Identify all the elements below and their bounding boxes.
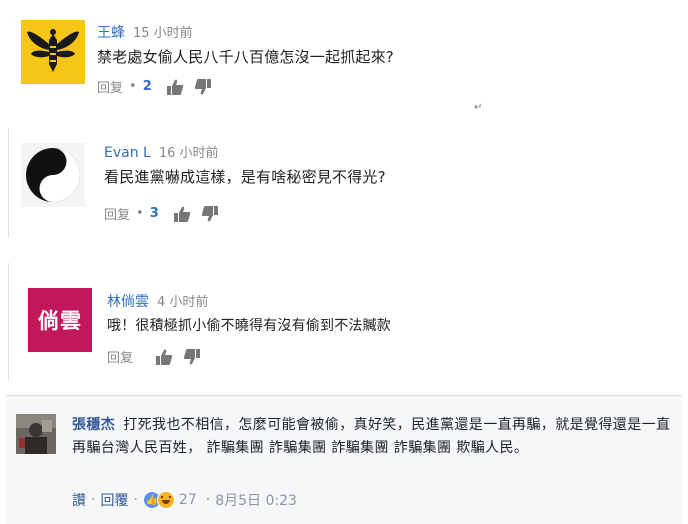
comment-text: 看民進黨嚇成這樣，是有啥秘密見不得光? xyxy=(104,168,386,186)
comment-1-header: 王蜂 15 小时前 xyxy=(97,22,193,42)
thumbs-down-icon[interactable] xyxy=(201,205,219,223)
comment-time[interactable]: 4 小时前 xyxy=(157,291,208,310)
separator-dot: · xyxy=(91,492,96,508)
separator-dot: • xyxy=(129,79,137,94)
comment-author[interactable]: Evan L xyxy=(104,145,151,161)
comment-2-header: Evan L 16 小时前 xyxy=(104,142,219,161)
comment-screenshot: 王蜂 15 小时前 禁老處女偷人民八千八百億怎沒一起抓起來? 回复 • 2 ↵ xyxy=(0,0,688,524)
thread-divider xyxy=(8,263,9,381)
comment-text: 哦！很積極抓小偷不曉得有沒有偷到不法贓款 xyxy=(107,318,391,334)
reactions[interactable]: 👍 27 xyxy=(142,491,197,509)
reply-count[interactable]: 2 xyxy=(143,79,152,94)
haha-reaction-icon xyxy=(156,491,175,509)
avatar[interactable] xyxy=(16,414,56,454)
fb-comment-body: 打死我也不相信，怎麼可能會被偷，真好笑，民進黨還是一直再騙，就是覺得還是一直再騙… xyxy=(72,417,671,456)
thumbs-up-icon[interactable] xyxy=(155,348,173,366)
bee-icon[interactable] xyxy=(21,20,85,84)
comment-3-actions: 回复 xyxy=(107,347,211,366)
comment-2: Evan L 16 小时前 看民進黨嚇成這樣，是有啥秘密見不得光? 回复 • 3 xyxy=(0,110,688,245)
thumbs-up-icon[interactable] xyxy=(166,78,184,96)
comment-1-actions: 回复 • 2 xyxy=(97,77,222,96)
reply-button[interactable]: 回覆 xyxy=(100,490,128,510)
fb-comment-actions: 讚 · 回覆 · 👍 27 · 8月5日 0:23 xyxy=(72,490,297,510)
thumbs-down-icon[interactable] xyxy=(194,78,212,96)
reply-button[interactable]: 回复 xyxy=(107,347,133,366)
comment-2-actions: 回复 • 3 xyxy=(104,204,229,223)
reply-count[interactable]: 3 xyxy=(150,206,159,221)
comment-time[interactable]: 16 小时前 xyxy=(159,142,219,161)
comment-date[interactable]: 8月5日 0:23 xyxy=(215,490,297,510)
comment-1: 王蜂 15 小时前 禁老處女偷人民八千八百億怎沒一起抓起來? 回复 • 2 xyxy=(0,0,688,110)
bee-avatar-graphic xyxy=(21,20,85,84)
thumbs-up-icon[interactable] xyxy=(173,205,191,223)
reply-button[interactable]: 回复 xyxy=(97,77,123,96)
photo-avatar-graphic xyxy=(16,414,56,454)
fb-comment-text: 張穩杰 打死我也不相信，怎麼可能會被偷，真好笑，民進黨還是一直再騙，就是覺得還是一… xyxy=(72,414,672,460)
comment-time[interactable]: 15 小时前 xyxy=(133,22,193,41)
separator-dot: • xyxy=(136,206,144,221)
separator-dot: · xyxy=(133,492,138,508)
yin-yang-avatar-graphic xyxy=(21,143,85,207)
fb-comment: 張穩杰 打死我也不相信，怎麼可能會被偷，真好笑，民進黨還是一直再騙，就是覺得還是一… xyxy=(6,395,682,524)
comment-author[interactable]: 張穩杰 xyxy=(72,417,115,433)
comment-author[interactable]: 王蜂 xyxy=(97,22,125,42)
comment-3-header: 林倘雲 4 小时前 xyxy=(107,291,208,311)
separator-dot: · xyxy=(205,492,211,508)
comment-3: 倘雲 林倘雲 4 小时前 哦！很積極抓小偷不曉得有沒有偷到不法贓款 回复 xyxy=(0,245,688,385)
thumbs-down-icon[interactable] xyxy=(183,348,201,366)
avatar-initials: 倘雲 xyxy=(38,309,82,333)
reply-button[interactable]: 回复 xyxy=(104,204,130,223)
thread-divider xyxy=(8,128,9,238)
like-button[interactable]: 讚 xyxy=(72,490,86,510)
avatar[interactable]: 倘雲 xyxy=(28,288,92,352)
comment-text: 禁老處女偷人民八千八百億怎沒一起抓起來? xyxy=(97,48,394,66)
yin-yang-icon[interactable] xyxy=(21,143,85,207)
comment-author[interactable]: 林倘雲 xyxy=(107,291,149,311)
reaction-count[interactable]: 27 xyxy=(179,492,197,508)
